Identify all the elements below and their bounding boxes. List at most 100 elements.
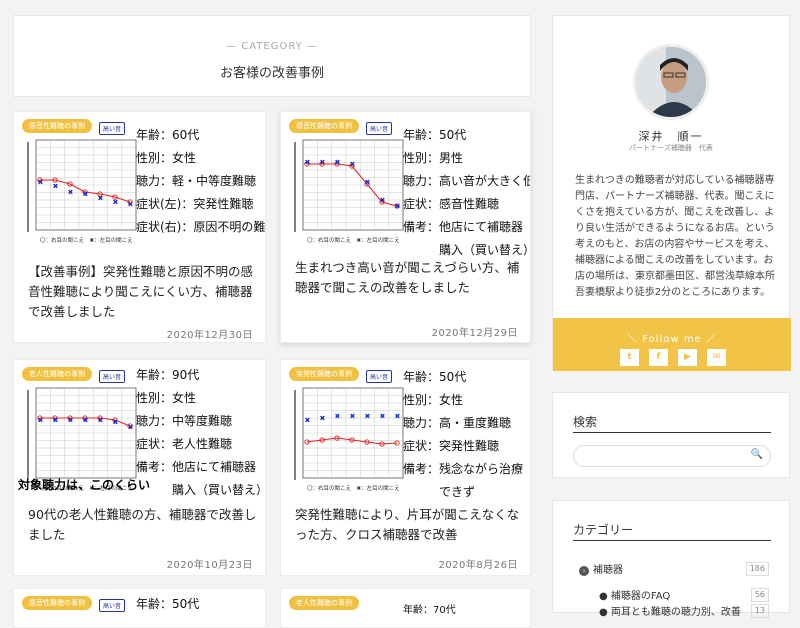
category-count: 13 [750,604,769,618]
left-ear-point: ✖ [395,413,401,421]
target-hearing-caption: 対象聴力は、このくらい [18,478,151,492]
follow-label: ＼ Follow me ／ [627,334,717,345]
post-date: 2020年12月29日 [431,328,518,339]
info-note: 備考：他店にて補聴器 [403,220,524,234]
left-ear-point: ✖ [68,417,74,425]
left-ear-point: ✖ [38,417,44,425]
left-ear-point: ✖ [365,413,371,421]
case-excerpt[interactable]: 突発性難聴により、片耳が聞こえなくなった方、クロス補聴器で改善 [295,505,523,545]
category-label: 補聴器のFAQ [610,591,671,602]
category-item-faq[interactable]: ● 補聴器のFAQ [599,587,670,602]
left-ear-point: ✖ [83,417,89,425]
category-item-hearing-aid[interactable]: › 補聴器 [579,561,623,576]
case-card[interactable]: ✖ ✖ ✖ ✖ ✖ ✖ ✖ 〇：右耳の聞こえ ✖：左耳の聞こえ 感音性難聴の事例 高い音 年齢… [13,111,266,343]
info-age: 年齢：70代 [403,605,456,616]
youtube-icon[interactable]: ▶ [678,349,697,366]
high-tone-badge: 高い音 [366,122,393,135]
facebook-icon[interactable]: f [649,349,668,366]
info-sex: 性別：女性 [136,391,197,405]
search-title: 検索 [573,415,598,429]
divider [573,432,771,433]
info-note-2: できず [403,485,476,499]
search-widget: 検索 🔍 [552,392,790,478]
info-symptom: 症状：突発性難聴 [403,439,500,453]
audiogram-chart: ✖ ✖ ✖ ✖ ✖ ✖ ✖ 〇：右耳の聞こえ ✖：左耳の聞こえ [294,139,404,244]
left-ear-point: ✖ [128,424,134,432]
info-hearing: 聴力：高・重度難聴 [403,416,512,430]
high-tone-badge: 高い音 [99,370,126,383]
info-sex: 性別：女性 [403,393,464,407]
case-card[interactable]: 感音性難聴の事例 高い音 年齢：50代 [13,588,266,628]
case-excerpt[interactable]: 90代の老人性難聴の方、補聴器で改善しました [28,505,258,545]
info-hearing: 聴力：中等度難聴 [136,414,233,428]
left-ear-point: ✖ [380,413,386,421]
category-item-both-ears[interactable]: ● 両耳とも難聴の聴力別、改善 [599,603,741,618]
case-excerpt[interactable]: 生まれつき高い音が聞こえづらい方、補聴器で聞こえの改善をしました [295,258,523,298]
case-tag: 老人性難聴の事例 [289,596,359,610]
info-age: 年齢：60代 [136,128,200,142]
high-tone-badge: 高い音 [99,122,126,135]
search-icon[interactable]: 🔍 [751,449,763,460]
high-tone-badge: 高い音 [99,599,126,612]
mail-icon[interactable]: ✉ [707,349,726,366]
profile-role: パートナーズ補聴器 代表 [629,144,713,152]
category-count: 186 [745,562,769,576]
case-info: 年齢：70代 [403,599,456,622]
case-tag: 感音性難聴の事例 [22,596,92,610]
case-excerpt[interactable]: 【改善事例】突発性難聴と原因不明の感音性難聴により聞こえにくい方、補聴器で改善し… [28,262,258,322]
avatar [633,44,709,120]
left-ear-point: ✖ [98,195,104,203]
chevron-right-icon: › [579,566,589,576]
left-ear-point: ✖ [305,159,311,167]
audiogram-chart: ✖ ✖ ✖ ✖ ✖ ✖ ✖ 〇：右耳の聞こえ ✖：左耳の聞こえ [27,139,137,244]
chart-legend: 〇：右耳の聞こえ ✖：左耳の聞こえ [307,484,400,492]
category-label: — CATEGORY — [226,41,318,52]
category-title: カテゴリー [573,523,634,537]
left-ear-point: ✖ [380,197,386,205]
info-symptom: 症状：老人性難聴 [136,437,233,451]
chart-legend: 〇：右耳の聞こえ ✖：左耳の聞こえ [40,236,133,244]
info-note: 備考：他店にて補聴器 [136,460,257,474]
profile-name: 深井 順一 [638,130,704,143]
left-ear-point: ✖ [365,179,371,187]
left-ear-point: ✖ [53,183,59,191]
info-note-2: 購入（買い替え） [136,483,266,497]
left-ear-point: ✖ [83,191,89,199]
chart-legend: 〇：右耳の聞こえ ✖：左耳の聞こえ [307,236,400,244]
case-card[interactable]: ✖ ✖ ✖ ✖ ✖ ✖ ✖ 〇：右耳の聞こえ ✖：左耳の聞こえ 突発性難聴の事例 高い音 年齢… [280,359,531,576]
profile-description: 生まれつきの難聴者が対応している補聴器専門店、パートナーズ補聴器、代表。聞こえに… [575,175,775,298]
left-ear-point: ✖ [113,199,119,207]
case-card[interactable]: ✖ ✖ ✖ ✖ ✖ ✖ ✖ 〇：右耳の聞こえ ✖：左耳の聞こえ 老人性難聴の事例 高い音 対象… [13,359,266,576]
left-ear-point: ✖ [350,413,356,421]
case-tag: 感音性難聴の事例 [289,119,359,133]
case-info: 年齢：50代 性別：男性 聴力：高い音が大きく低下 症状：感音性難聴 備考：他店… [403,124,530,262]
info-age: 年齢：50代 [403,370,467,384]
info-sex: 性別：女性 [136,151,197,165]
info-age: 年齢：90代 [136,368,200,382]
left-ear-point: ✖ [320,159,326,167]
divider [573,540,771,541]
left-ear-point: ✖ [53,417,59,425]
case-tag: 感音性難聴の事例 [22,119,92,133]
info-sex: 性別：男性 [403,151,464,165]
left-ear-point: ✖ [305,417,311,425]
left-ear-point: ✖ [335,159,341,167]
post-date: 2020年10月23日 [166,560,253,571]
twitter-icon[interactable]: t [620,349,639,366]
category-count: 56 [750,588,769,602]
case-card[interactable]: 老人性難聴の事例 年齢：70代 [280,588,531,628]
follow-me-bar: ＼ Follow me ／ t f ▶ ✉ [553,318,791,371]
category-header: — CATEGORY — お客様の改善事例 [13,15,531,97]
case-info: 年齢：60代 性別：女性 聴力：軽・中等度難聴 症状(左)：突発性難聴 症状(右… [136,124,265,239]
info-note: 備考：残念ながら治療 [403,462,524,476]
post-date: 2020年12月30日 [166,330,253,341]
high-tone-badge: 高い音 [366,370,393,383]
info-symptom: 症状：感音性難聴 [403,197,500,211]
info-symptom-left: 症状(左)：突発性難聴 [136,197,254,211]
case-info: 年齢：90代 性別：女性 聴力：中等度難聴 症状：老人性難聴 備考：他店にて補聴… [136,364,266,502]
case-card[interactable]: ✖ ✖ ✖ ✖ ✖ ✖ ✖ 〇：右耳の聞こえ ✖：左耳の聞こえ 感音性難聴の事例 高い音 年齢… [280,111,531,343]
left-ear-point: ✖ [350,161,356,169]
left-ear-point: ✖ [38,179,44,187]
search-input[interactable]: 🔍 [573,445,771,467]
profile-widget: 深井 順一 パートナーズ補聴器 代表 生まれつきの難聴者が対応している補聴器専門… [552,15,791,371]
